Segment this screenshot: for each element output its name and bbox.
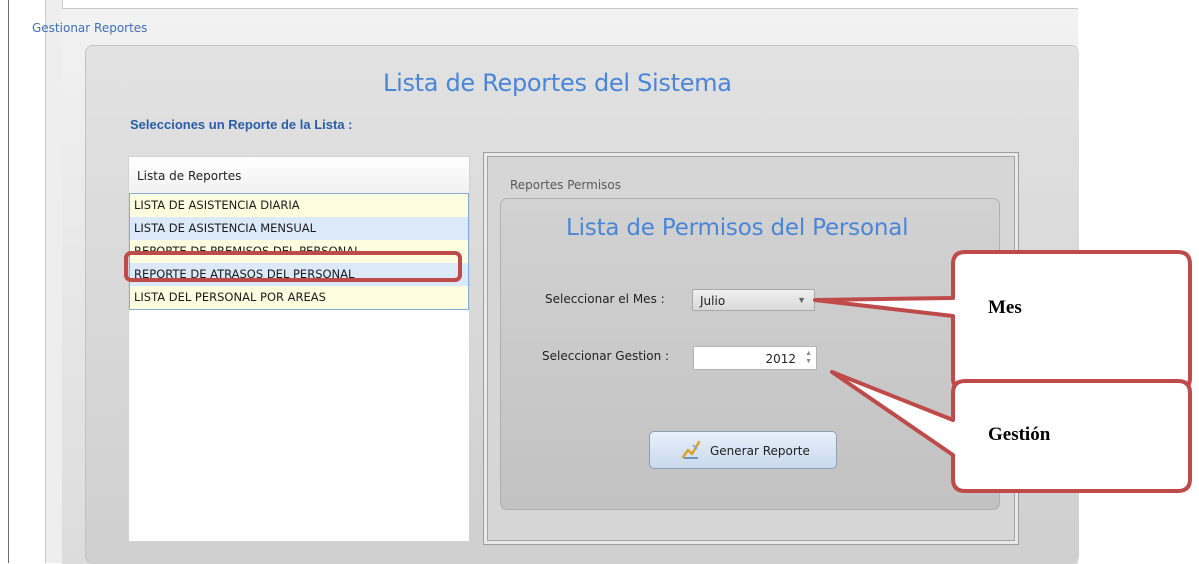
callout-month xyxy=(813,250,1192,392)
callout-year-label: Gestión xyxy=(988,424,1051,445)
callout-month-label: Mes xyxy=(988,297,1022,318)
callout-annotations xyxy=(813,250,1192,493)
